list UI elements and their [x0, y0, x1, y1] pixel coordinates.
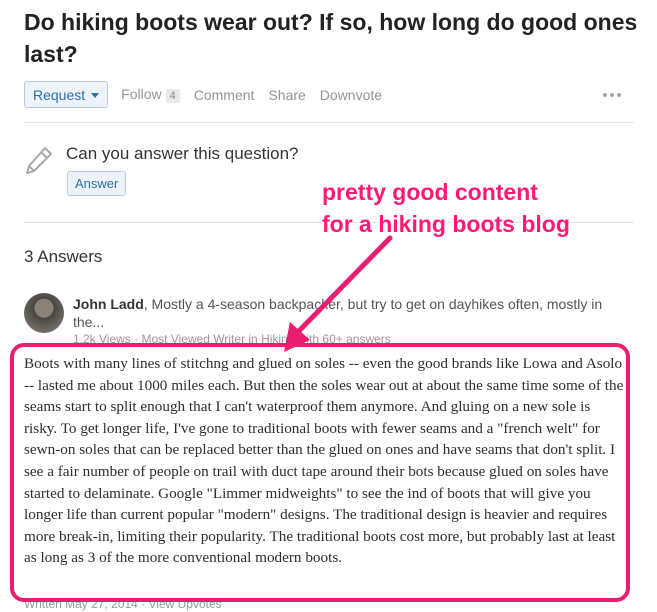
- more-dot: [603, 93, 607, 97]
- more-options-icon[interactable]: [603, 93, 621, 97]
- more-dot: [617, 93, 621, 97]
- follow-button[interactable]: Follow 4: [121, 86, 180, 103]
- request-button[interactable]: Request: [24, 81, 109, 108]
- request-button-label: Request: [33, 86, 86, 103]
- author-credential-line: John Ladd, Mostly a 4-season backpacker,…: [73, 295, 633, 331]
- share-button[interactable]: Share: [268, 87, 305, 103]
- follow-label: Follow: [121, 86, 162, 102]
- author-avatar[interactable]: [24, 293, 64, 333]
- answer-prompt-text: Can you answer this question?: [66, 144, 299, 163]
- question-actions-bar: Request Follow 4 Comment Share Downvote: [24, 81, 382, 108]
- caret-down-icon: [91, 93, 100, 98]
- pencil-icon: [26, 147, 52, 174]
- highlight-annotation-box: [10, 343, 630, 602]
- annotation-callout: pretty good content for a hiking boots b…: [322, 176, 642, 240]
- comment-button[interactable]: Comment: [194, 87, 255, 103]
- answer-button[interactable]: Answer: [67, 171, 127, 196]
- divider: [24, 122, 634, 123]
- follow-count-badge: 4: [165, 89, 180, 103]
- downvote-button[interactable]: Downvote: [320, 87, 382, 103]
- more-dot: [610, 93, 614, 97]
- answers-count: 3 Answers: [24, 247, 103, 266]
- callout-line-1: pretty good content: [322, 179, 538, 205]
- author-bio: , Mostly a 4-season backpacker, but try …: [73, 296, 603, 330]
- callout-line-2: for a hiking boots blog: [322, 211, 570, 237]
- author-name-link[interactable]: John Ladd: [73, 296, 144, 312]
- question-title: Do hiking boots wear out? If so, how lon…: [24, 9, 638, 67]
